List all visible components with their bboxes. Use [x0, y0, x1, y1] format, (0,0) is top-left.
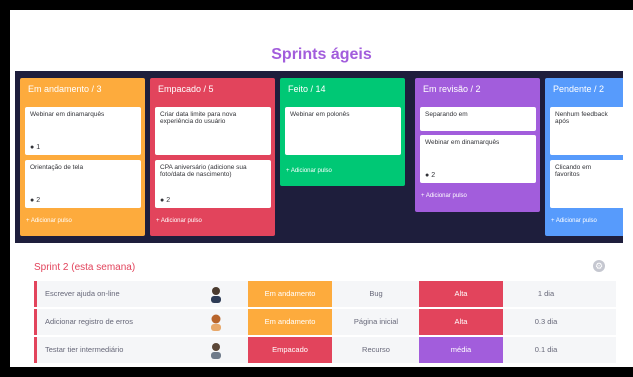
- table-row[interactable]: Testar tier intermediário Empacado Recur…: [34, 337, 616, 363]
- avatar: [211, 343, 221, 359]
- card-title: Criar data limite para nova experiência …: [160, 111, 237, 125]
- avatar: [211, 287, 221, 303]
- settings-icon[interactable]: ⚙: [593, 260, 605, 272]
- priority-cell[interactable]: média: [419, 337, 503, 363]
- board-card[interactable]: Clicando em favoritos: [550, 160, 623, 208]
- card-title: Separando em: [425, 111, 468, 118]
- comment-icon: ●: [30, 197, 35, 204]
- time-cell[interactable]: 0.3 dia: [504, 309, 588, 335]
- comment-icon: ●: [160, 197, 165, 204]
- type-cell[interactable]: Página inicial: [334, 309, 418, 335]
- time-cell[interactable]: 1 dia: [504, 281, 588, 307]
- comment-icon: ●: [30, 144, 35, 151]
- comment-count: 2: [166, 197, 171, 204]
- comment-count: 2: [36, 197, 41, 204]
- status-cell[interactable]: Empacado: [248, 337, 332, 363]
- column-header[interactable]: Empacado / 5: [150, 78, 275, 100]
- avatar: [211, 314, 221, 331]
- table-row[interactable]: Adicionar registro de erros Em andamento…: [34, 309, 616, 335]
- add-pulse-link[interactable]: + Adicionar pulso: [156, 218, 202, 224]
- card-title: Webinar em dinamarquês: [425, 139, 500, 146]
- sprint-group-title[interactable]: Sprint 2 (esta semana): [34, 262, 135, 273]
- column-header[interactable]: Em andamento / 3: [20, 78, 145, 100]
- board-card[interactable]: Nenhum feedback após: [550, 107, 623, 155]
- item-name[interactable]: Adicionar registro de erros: [45, 309, 195, 335]
- comment-count: 2: [431, 172, 436, 179]
- board-card[interactable]: Webinar em dinamarquês ● 1: [25, 107, 141, 155]
- card-comments[interactable]: ● 1: [30, 144, 40, 151]
- board-card[interactable]: Webinar em polonês: [285, 107, 401, 155]
- item-name[interactable]: Escrever ajuda on-line: [45, 281, 195, 307]
- column-header[interactable]: Feito / 14: [280, 78, 405, 100]
- type-cell[interactable]: Bug: [334, 281, 418, 307]
- add-pulse-link[interactable]: + Adicionar pulso: [286, 168, 332, 174]
- add-pulse-link[interactable]: + Adicionar pulso: [421, 193, 467, 199]
- time-cell[interactable]: 0.1 dia: [504, 337, 588, 363]
- column-em-revisao: Em revisão / 2 Separando em Webinar em d…: [415, 78, 540, 212]
- board-card[interactable]: Orientação de tela ● 2: [25, 160, 141, 208]
- column-em-andamento: Em andamento / 3 Webinar em dinamarquês …: [20, 78, 145, 236]
- status-cell[interactable]: Em andamento: [248, 281, 332, 307]
- priority-cell[interactable]: Alta: [419, 281, 503, 307]
- card-title: Webinar em dinamarquês: [30, 111, 105, 118]
- card-title: Webinar em polonês: [290, 111, 350, 118]
- column-empacado: Empacado / 5 Criar data limite para nova…: [150, 78, 275, 236]
- comment-count: 1: [36, 144, 41, 151]
- kanban-board: Em andamento / 3 Webinar em dinamarquês …: [15, 71, 623, 243]
- card-comments[interactable]: ● 2: [425, 172, 435, 179]
- card-title: Nenhum feedback após: [555, 111, 608, 125]
- add-pulse-link[interactable]: + Adicionar pulso: [26, 218, 72, 224]
- priority-cell[interactable]: Alta: [419, 309, 503, 335]
- page-title: Sprints ágeis: [271, 46, 372, 63]
- screenshot-frame: Sprints ágeis Em andamento / 3 Webinar e…: [0, 0, 633, 377]
- table-row[interactable]: Escrever ajuda on-line Em andamento Bug …: [34, 281, 616, 307]
- column-pendente: Pendente / 2 Nenhum feedback após Clican…: [545, 78, 623, 236]
- card-title: Clicando em favoritos: [555, 164, 592, 178]
- status-cell[interactable]: Em andamento: [248, 309, 332, 335]
- board-card[interactable]: Criar data limite para nova experiência …: [155, 107, 271, 155]
- card-comments[interactable]: ● 2: [160, 197, 170, 204]
- card-title: Orientação de tela: [30, 164, 84, 171]
- board-card[interactable]: Separando em: [420, 107, 536, 131]
- item-name[interactable]: Testar tier intermediário: [45, 337, 195, 363]
- column-header[interactable]: Em revisão / 2: [415, 78, 540, 100]
- type-cell[interactable]: Recurso: [334, 337, 418, 363]
- board-card[interactable]: Webinar em dinamarquês ● 2: [420, 135, 536, 183]
- add-pulse-link[interactable]: + Adicionar pulso: [551, 218, 597, 224]
- card-title: CPA aniversário (adicione sua foto/data …: [160, 164, 247, 178]
- comment-icon: ●: [425, 172, 430, 179]
- column-header[interactable]: Pendente / 2: [545, 78, 623, 100]
- board-card[interactable]: CPA aniversário (adicione sua foto/data …: [155, 160, 271, 208]
- column-feito: Feito / 14 Webinar em polonês + Adiciona…: [280, 78, 405, 186]
- card-comments[interactable]: ● 2: [30, 197, 40, 204]
